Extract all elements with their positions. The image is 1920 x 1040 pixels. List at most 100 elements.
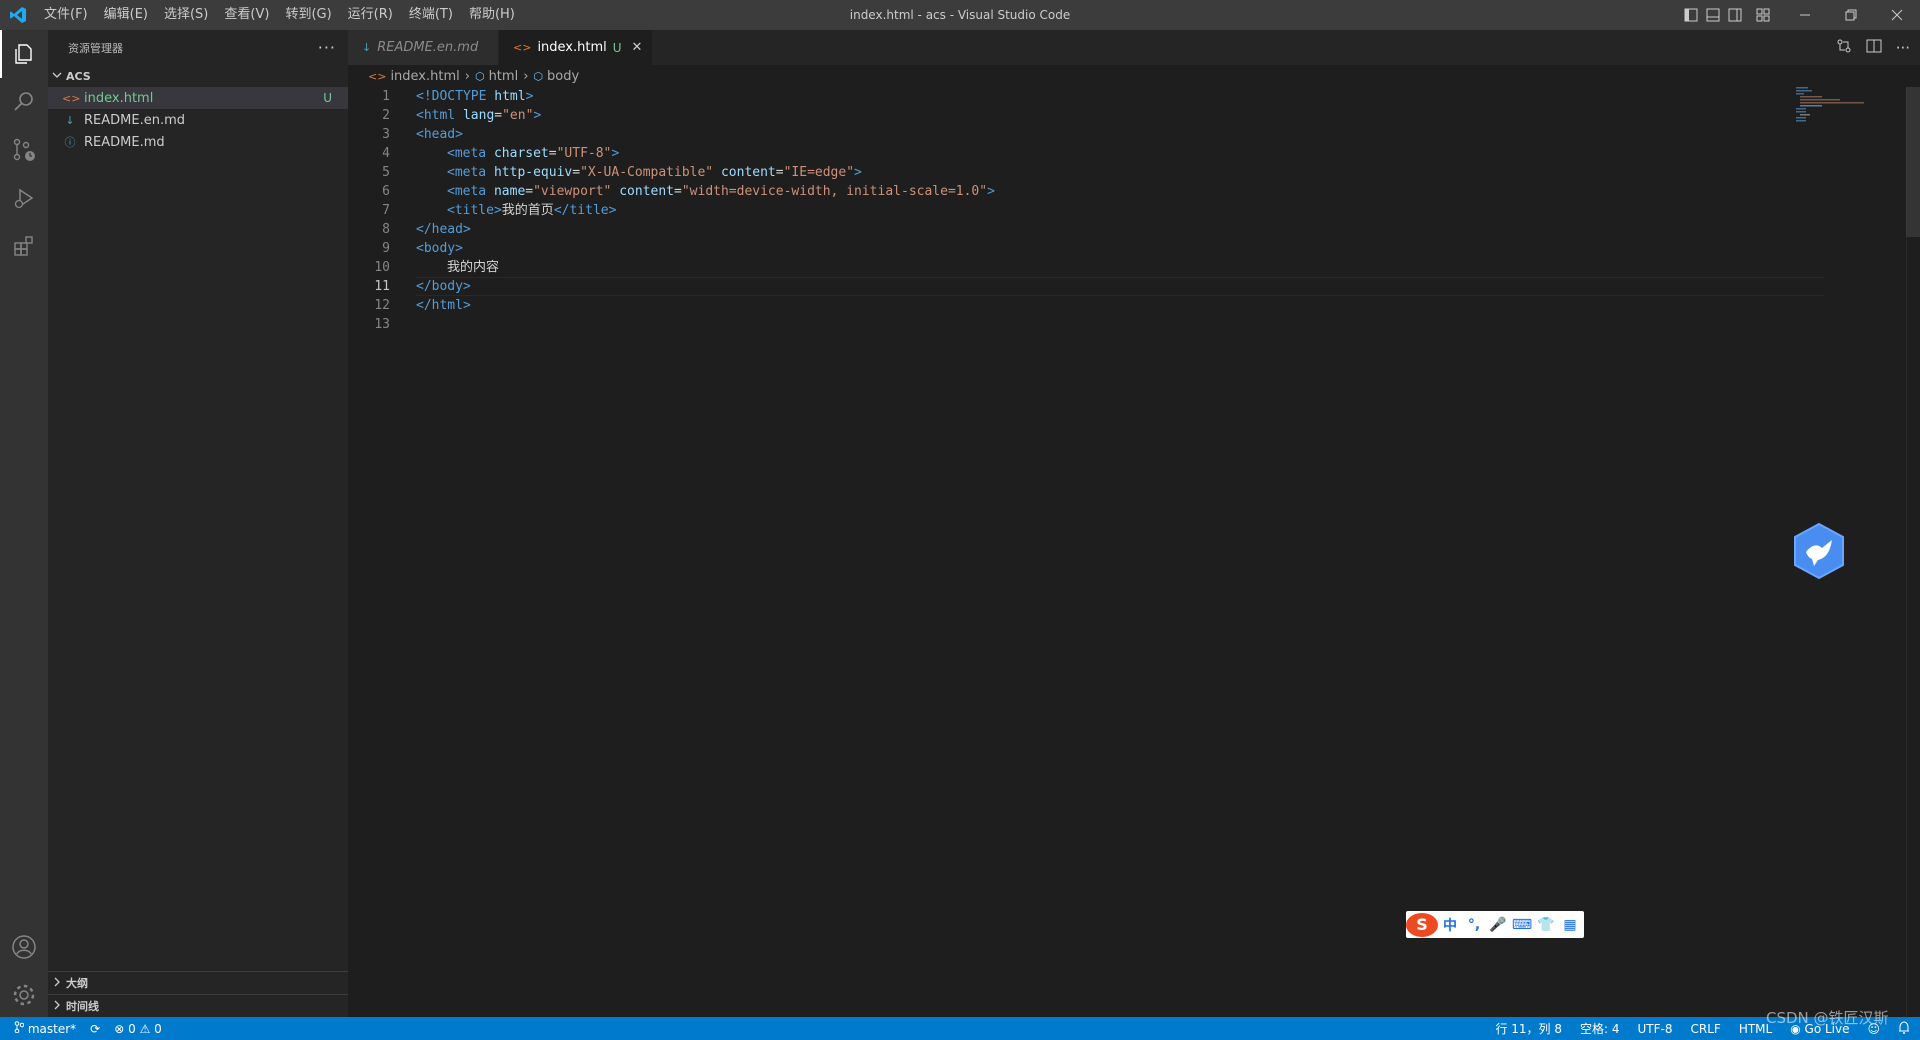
eol-status[interactable]: CRLF <box>1691 1022 1721 1036</box>
menu-selection[interactable]: 选择(S) <box>156 0 216 30</box>
search-icon[interactable] <box>0 78 48 126</box>
encoding-status[interactable]: UTF-8 <box>1638 1022 1673 1036</box>
toggle-secondary-sidebar-icon[interactable] <box>1724 0 1746 30</box>
minimap[interactable] <box>1790 87 1880 127</box>
token: = <box>674 184 682 199</box>
file-index-html[interactable]: <> index.html U <box>48 87 348 109</box>
source-control-icon[interactable] <box>0 126 48 174</box>
token: content <box>720 165 776 180</box>
ime-chinese-mode[interactable]: 中 <box>1438 915 1462 935</box>
menu-file[interactable]: 文件(F) <box>36 0 96 30</box>
branch-status[interactable]: master* <box>14 1021 76 1036</box>
ime-keyboard-icon[interactable]: ⌨ <box>1510 917 1534 933</box>
explorer-header: 资源管理器 ··· <box>48 30 348 65</box>
title-bar: 文件(F) 编辑(E) 选择(S) 查看(V) 转到(G) 运行(R) 终端(T… <box>0 0 1920 30</box>
code-line: 12 </html> <box>348 296 1788 315</box>
open-changes-icon[interactable] <box>1836 38 1852 58</box>
menu-view[interactable]: 查看(V) <box>216 0 277 30</box>
line-number: 5 <box>382 165 390 180</box>
explorer-icon[interactable] <box>0 30 48 78</box>
token: > <box>854 165 862 180</box>
file-readme-md[interactable]: ⓘ README.md <box>48 131 348 153</box>
token: http-equiv <box>493 165 573 180</box>
minimize-button[interactable] <box>1782 0 1828 30</box>
menu-run[interactable]: 运行(R) <box>340 0 401 30</box>
code-line: 2 <html lang="en"> <box>348 106 1788 125</box>
tab-label: README.en.md <box>377 40 479 55</box>
floating-assistant-icon[interactable] <box>1792 522 1846 580</box>
toggle-sidebar-icon[interactable] <box>1680 0 1702 30</box>
code-line: 6 <meta name="viewport" content="width=d… <box>348 182 1788 201</box>
token: </title> <box>553 203 617 218</box>
file-readme-en-md[interactable]: ↓ README.en.md <box>48 109 348 131</box>
code-line: 7 <title>我的首页</title> <box>348 201 1788 220</box>
line-number: 10 <box>374 260 390 275</box>
notifications-bell-icon[interactable] <box>1898 1020 1910 1037</box>
accounts-icon[interactable] <box>0 923 48 971</box>
line-number: 8 <box>382 222 390 237</box>
token: "UTF-8" <box>556 146 612 161</box>
title-controls <box>1680 0 1920 30</box>
run-debug-icon[interactable] <box>0 174 48 222</box>
tab-close-icon[interactable]: ✕ <box>632 40 643 55</box>
code-line: 8 </head> <box>348 220 1788 239</box>
menu-go[interactable]: 转到(G) <box>277 0 339 30</box>
token: "en" <box>502 108 534 123</box>
markdown-file-icon: ↓ <box>362 41 372 54</box>
breadcrumb-file[interactable]: index.html <box>390 69 459 84</box>
indentation-status[interactable]: 空格: 4 <box>1580 1020 1620 1037</box>
token: name <box>493 184 526 199</box>
problems-status[interactable]: ⊗ 0 ⚠ 0 <box>114 1022 162 1036</box>
tab-label: index.html <box>537 40 607 55</box>
tab-index-html[interactable]: <> index.html U ✕ <box>499 30 654 65</box>
menu-terminal[interactable]: 终端(T) <box>401 0 461 30</box>
token: > <box>987 184 995 199</box>
token: content <box>619 184 675 199</box>
folder-name: ACS <box>66 69 91 83</box>
code-editor[interactable]: 1 <!DOCTYPE html> 2 <html lang="en"> 3 <… <box>348 87 1824 334</box>
tab-readme-en-md[interactable]: ↓ README.en.md <box>348 30 499 65</box>
extensions-icon[interactable] <box>0 222 48 270</box>
code-line-current: 11 </body> <box>348 277 1824 296</box>
restore-button[interactable] <box>1828 0 1874 30</box>
close-window-button[interactable] <box>1874 0 1920 30</box>
sync-icon[interactable]: ⟳ <box>90 1022 100 1036</box>
tab-untracked-badge: U <box>612 40 622 55</box>
menu-bar: 文件(F) 编辑(E) 选择(S) 查看(V) 转到(G) 运行(R) 终端(T… <box>36 0 523 30</box>
sogou-logo-icon[interactable]: S <box>1406 912 1438 937</box>
scrollbar-thumb[interactable] <box>1906 87 1920 237</box>
more-actions-icon[interactable]: ··· <box>1896 39 1910 57</box>
ime-punctuation-icon[interactable]: °, <box>1462 917 1486 933</box>
line-number: 6 <box>382 184 390 199</box>
breadcrumb-separator-icon: › <box>523 68 529 84</box>
ime-microphone-icon[interactable]: 🎤 <box>1486 917 1510 933</box>
line-number: 3 <box>382 127 390 142</box>
ime-skin-icon[interactable]: 👕 <box>1534 917 1558 933</box>
line-number: 1 <box>382 89 390 104</box>
error-icon: ⊗ <box>114 1021 125 1036</box>
breadcrumb-body[interactable]: body <box>547 69 579 84</box>
breadcrumb-html[interactable]: html <box>489 69 519 84</box>
more-actions-icon[interactable]: ··· <box>318 38 336 57</box>
cursor-position[interactable]: 行 11，列 8 <box>1495 1020 1562 1037</box>
ime-toolbar: S 中 °, 🎤 ⌨ 👕 ▦ <box>1406 911 1584 938</box>
token: html <box>494 89 526 104</box>
ime-toolbox-icon[interactable]: ▦ <box>1558 917 1582 933</box>
warning-icon: ⚠ <box>139 1021 151 1036</box>
outline-section[interactable]: 大纲 <box>48 971 348 994</box>
customize-layout-icon[interactable] <box>1752 0 1774 30</box>
menu-edit[interactable]: 编辑(E) <box>96 0 156 30</box>
editor-tabs: ↓ README.en.md <> index.html U ✕ ··· <box>348 30 1920 65</box>
token: lang <box>462 108 495 123</box>
split-editor-icon[interactable] <box>1866 38 1882 58</box>
token: <html <box>416 108 463 123</box>
watermark: CSDN @铁匠汉斯 <box>1766 1009 1889 1027</box>
menu-help[interactable]: 帮助(H) <box>461 0 523 30</box>
line-number: 11 <box>374 279 390 294</box>
explorer-sidebar: 资源管理器 ··· ACS <> index.html U ↓ README.e… <box>48 30 348 1017</box>
toggle-panel-icon[interactable] <box>1702 0 1724 30</box>
folder-header[interactable]: ACS <box>48 65 348 87</box>
settings-gear-icon[interactable] <box>0 971 48 1019</box>
timeline-section[interactable]: 时间线 <box>48 994 348 1017</box>
